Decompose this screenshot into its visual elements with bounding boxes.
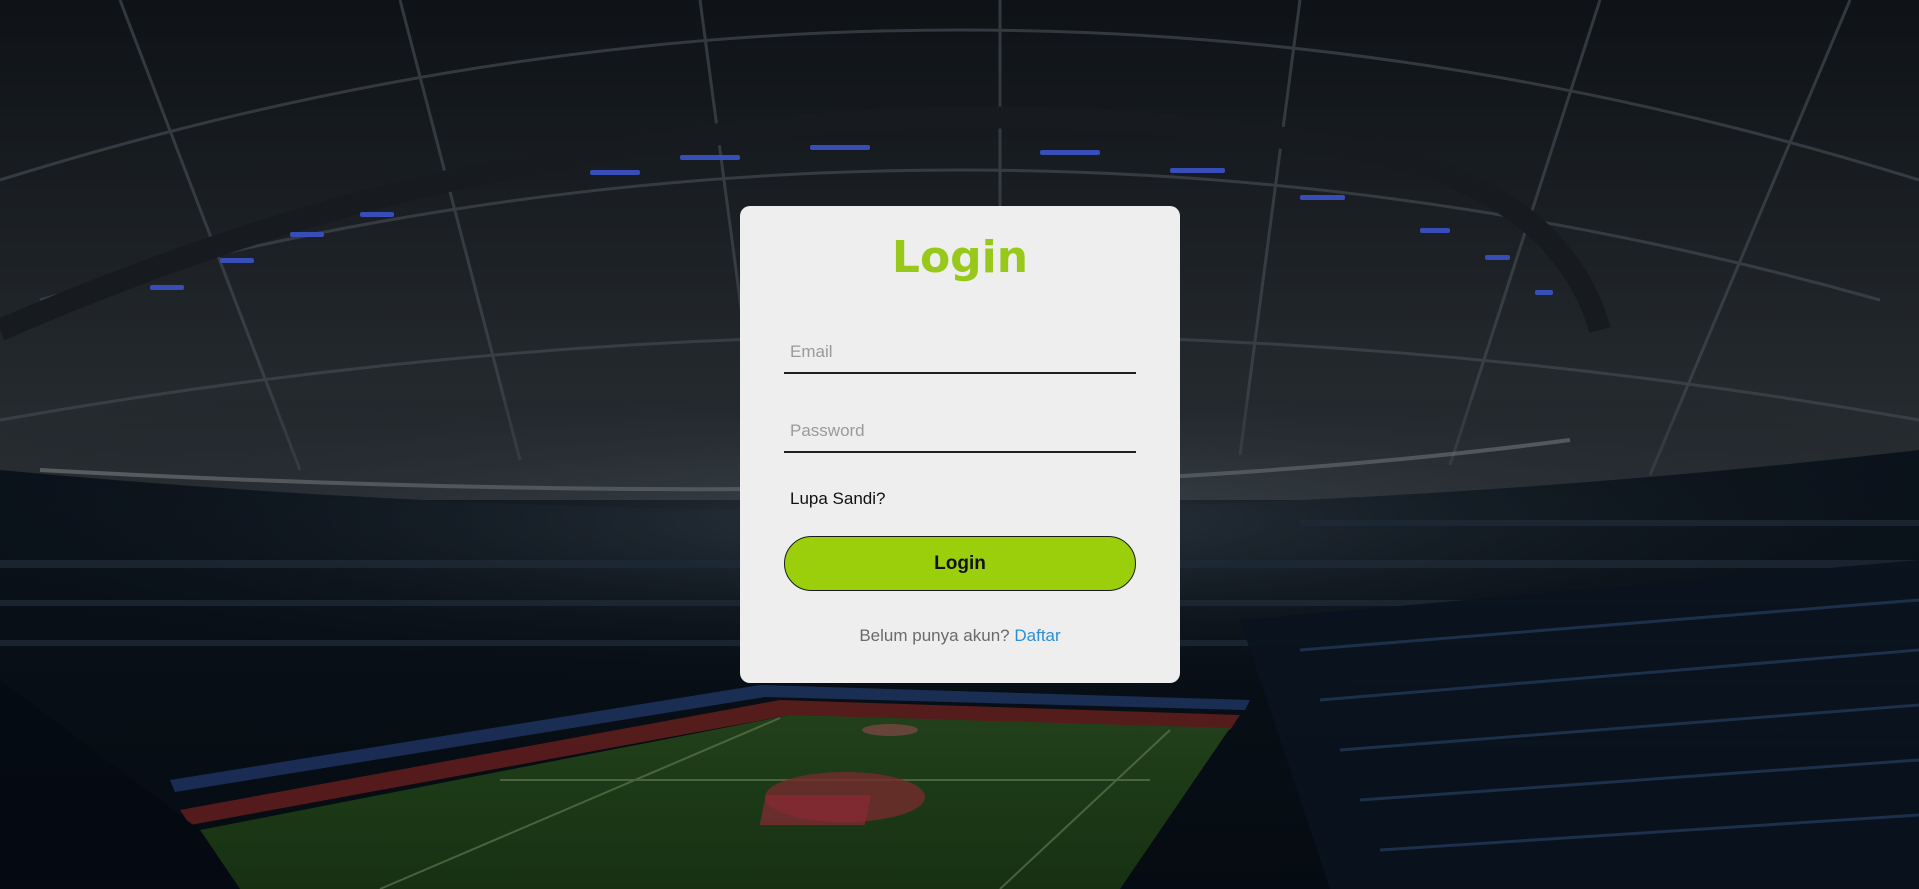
signup-line: Belum punya akun? Daftar	[740, 626, 1180, 646]
forgot-password-link[interactable]: Lupa Sandi?	[790, 489, 885, 509]
password-input[interactable]	[784, 411, 1136, 453]
login-card: Login Lupa Sandi? Login Belum punya akun…	[740, 206, 1180, 683]
login-button[interactable]: Login	[784, 536, 1136, 591]
login-title: Login	[891, 232, 1029, 283]
signup-link[interactable]: Daftar	[1014, 626, 1060, 645]
signup-prompt: Belum punya akun?	[859, 626, 1010, 645]
email-input[interactable]	[784, 332, 1136, 374]
